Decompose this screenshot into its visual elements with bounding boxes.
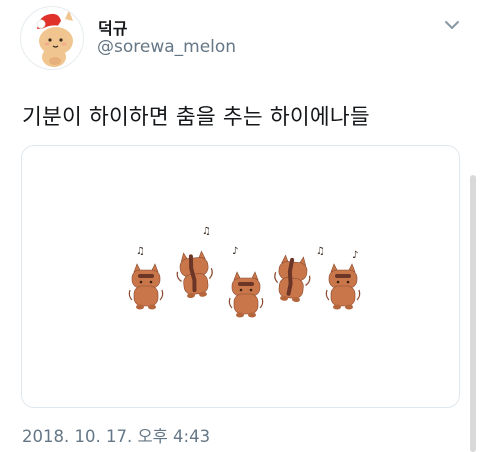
svg-text:♫: ♫: [136, 246, 145, 257]
avatar-illustration-icon: [36, 10, 73, 67]
music-notes: ♫ ♫ ♪ ♫ ♪: [136, 226, 358, 261]
hyena-1: [128, 263, 164, 311]
dancing-hyenas-illustration-icon: ♫ ♫ ♪ ♫ ♪: [128, 226, 361, 319]
hyena-3: [228, 271, 264, 319]
svg-text:♪: ♪: [232, 246, 238, 257]
svg-text:♫: ♫: [202, 226, 211, 237]
svg-text:♫: ♫: [316, 246, 325, 257]
tweet-media-image[interactable]: ♫ ♫ ♪ ♫ ♪: [21, 145, 460, 408]
user-handle[interactable]: @sorewa_melon: [97, 37, 236, 57]
svg-text:♪: ♪: [352, 250, 358, 261]
user-avatar[interactable]: [20, 6, 84, 70]
hyena-5: [325, 263, 361, 311]
hyena-2: [173, 248, 217, 302]
tweet-menu-button[interactable]: [440, 16, 464, 36]
tweet-text: 기분이 하이하면 춤을 추는 하이에나들: [22, 105, 370, 130]
user-display-name[interactable]: 덕규: [98, 15, 127, 39]
hyena-4: [270, 252, 314, 306]
scrollbar[interactable]: [470, 175, 476, 452]
chevron-down-icon: [445, 21, 459, 29]
tweet-card: 덕규 @sorewa_melon 기분이 하이하면 춤을 추는 하이에나들 ▸: [0, 0, 480, 452]
tweet-timestamp[interactable]: 2018. 10. 17. 오후 4:43: [22, 423, 210, 447]
